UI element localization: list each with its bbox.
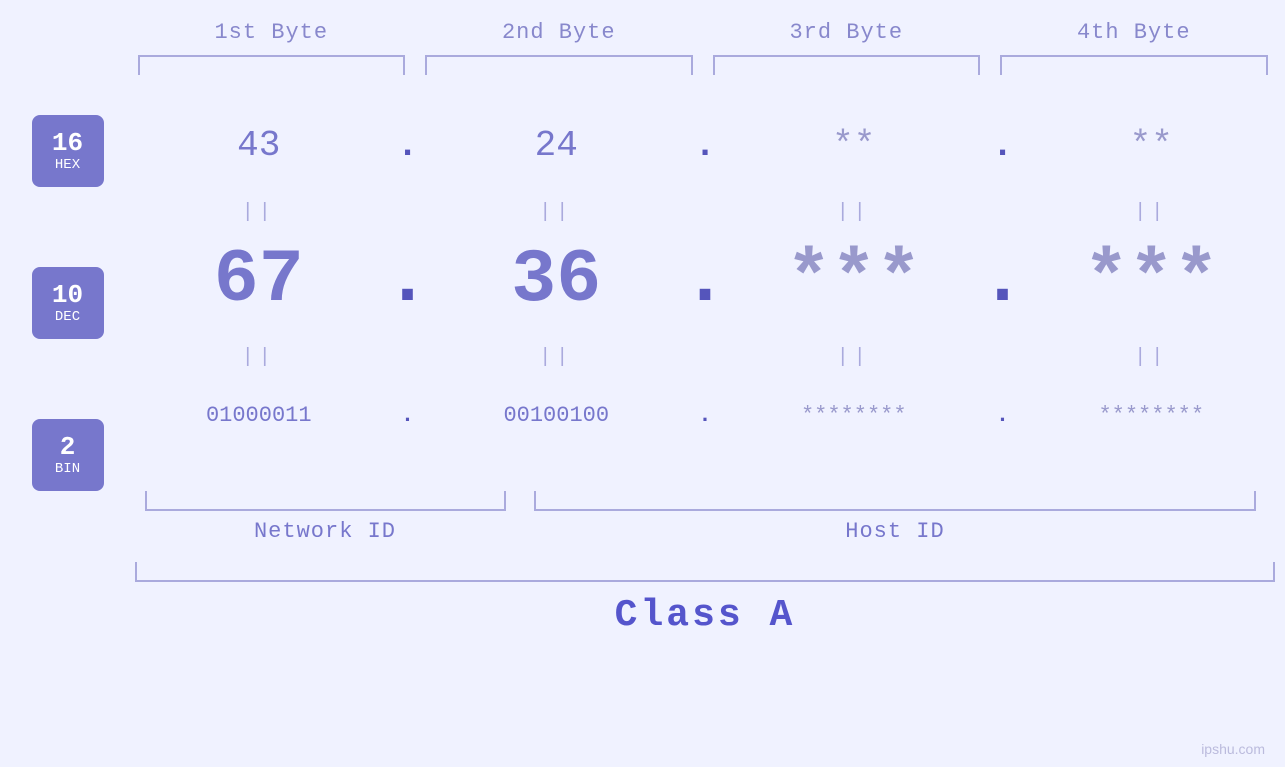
bottom-section: Network ID Host ID Class A <box>0 491 1285 637</box>
sep2-b4: || <box>1028 346 1276 369</box>
watermark: ipshu.com <box>1201 741 1265 757</box>
dec-badge-label: DEC <box>55 309 80 325</box>
dec-dot1: . <box>383 238 433 323</box>
content-area: 16 HEX 10 DEC 2 BIN 43 . 24 . ** . ** <box>0 105 1285 491</box>
dec-b2: 36 <box>433 238 681 323</box>
bin-badge-number: 2 <box>60 433 76 462</box>
dec-dot2: . <box>680 238 730 323</box>
byte3-header: 3rd Byte <box>703 20 991 45</box>
host-id-label: Host ID <box>845 519 944 544</box>
class-label: Class A <box>135 594 1275 637</box>
byte2-header: 2nd Byte <box>415 20 703 45</box>
bin-b1: 01000011 <box>135 403 383 428</box>
hex-row: 43 . 24 . ** . ** <box>135 105 1275 185</box>
main-container: 1st Byte 2nd Byte 3rd Byte 4th Byte 16 H… <box>0 0 1285 767</box>
sep1-b3: || <box>730 201 978 224</box>
class-section: Class A <box>135 562 1275 637</box>
hex-dot2: . <box>680 125 730 166</box>
bin-dot2: . <box>680 403 730 428</box>
sep1-b4: || <box>1028 201 1276 224</box>
dec-b1: 67 <box>135 238 383 323</box>
byte-headers: 1st Byte 2nd Byte 3rd Byte 4th Byte <box>128 20 1278 45</box>
sep2-b1: || <box>135 346 383 369</box>
hex-dot3: . <box>978 125 1028 166</box>
bin-badge-label: BIN <box>55 461 80 477</box>
bin-row: 01000011 . 00100100 . ******** . *******… <box>135 375 1275 455</box>
bin-dot1: . <box>383 403 433 428</box>
sep2-b3: || <box>730 346 978 369</box>
bin-dot3: . <box>978 403 1028 428</box>
bracket-1 <box>138 55 406 75</box>
bin-b3: ******** <box>730 403 978 428</box>
badges-column: 16 HEX 10 DEC 2 BIN <box>0 105 135 491</box>
byte4-header: 4th Byte <box>990 20 1278 45</box>
sep-row-1: || || || || <box>135 195 1275 230</box>
bracket-3 <box>713 55 981 75</box>
dec-b4: *** <box>1028 238 1276 323</box>
top-brackets <box>128 55 1278 75</box>
sep1-b2: || <box>433 201 681 224</box>
hex-b2: 24 <box>433 125 681 166</box>
dec-row: 67 . 36 . *** . *** <box>135 230 1275 330</box>
network-id-label: Network ID <box>254 519 396 544</box>
sep1-b1: || <box>135 201 383 224</box>
dec-badge-number: 10 <box>52 281 83 310</box>
bin-b4: ******** <box>1028 403 1276 428</box>
dec-dot3: . <box>978 238 1028 323</box>
sep-row-2: || || || || <box>135 340 1275 375</box>
display-grid: 43 . 24 . ** . ** || || || || 67 <box>135 105 1285 491</box>
hex-b4: ** <box>1028 125 1276 166</box>
bracket-2 <box>425 55 693 75</box>
host-id-area: Host ID <box>515 491 1275 544</box>
dec-badge: 10 DEC <box>32 267 104 339</box>
network-id-area: Network ID <box>135 491 515 544</box>
hex-dot1: . <box>383 125 433 166</box>
host-bracket <box>534 491 1256 511</box>
class-bracket <box>135 562 1275 582</box>
hex-badge: 16 HEX <box>32 115 104 187</box>
network-bracket <box>145 491 506 511</box>
byte1-header: 1st Byte <box>128 20 416 45</box>
id-brackets-row: Network ID Host ID <box>135 491 1275 544</box>
sep2-b2: || <box>433 346 681 369</box>
hex-badge-label: HEX <box>55 157 80 173</box>
bin-badge: 2 BIN <box>32 419 104 491</box>
hex-b1: 43 <box>135 125 383 166</box>
bin-b2: 00100100 <box>433 403 681 428</box>
dec-b3: *** <box>730 238 978 323</box>
bracket-4 <box>1000 55 1268 75</box>
hex-b3: ** <box>730 125 978 166</box>
hex-badge-number: 16 <box>52 129 83 158</box>
